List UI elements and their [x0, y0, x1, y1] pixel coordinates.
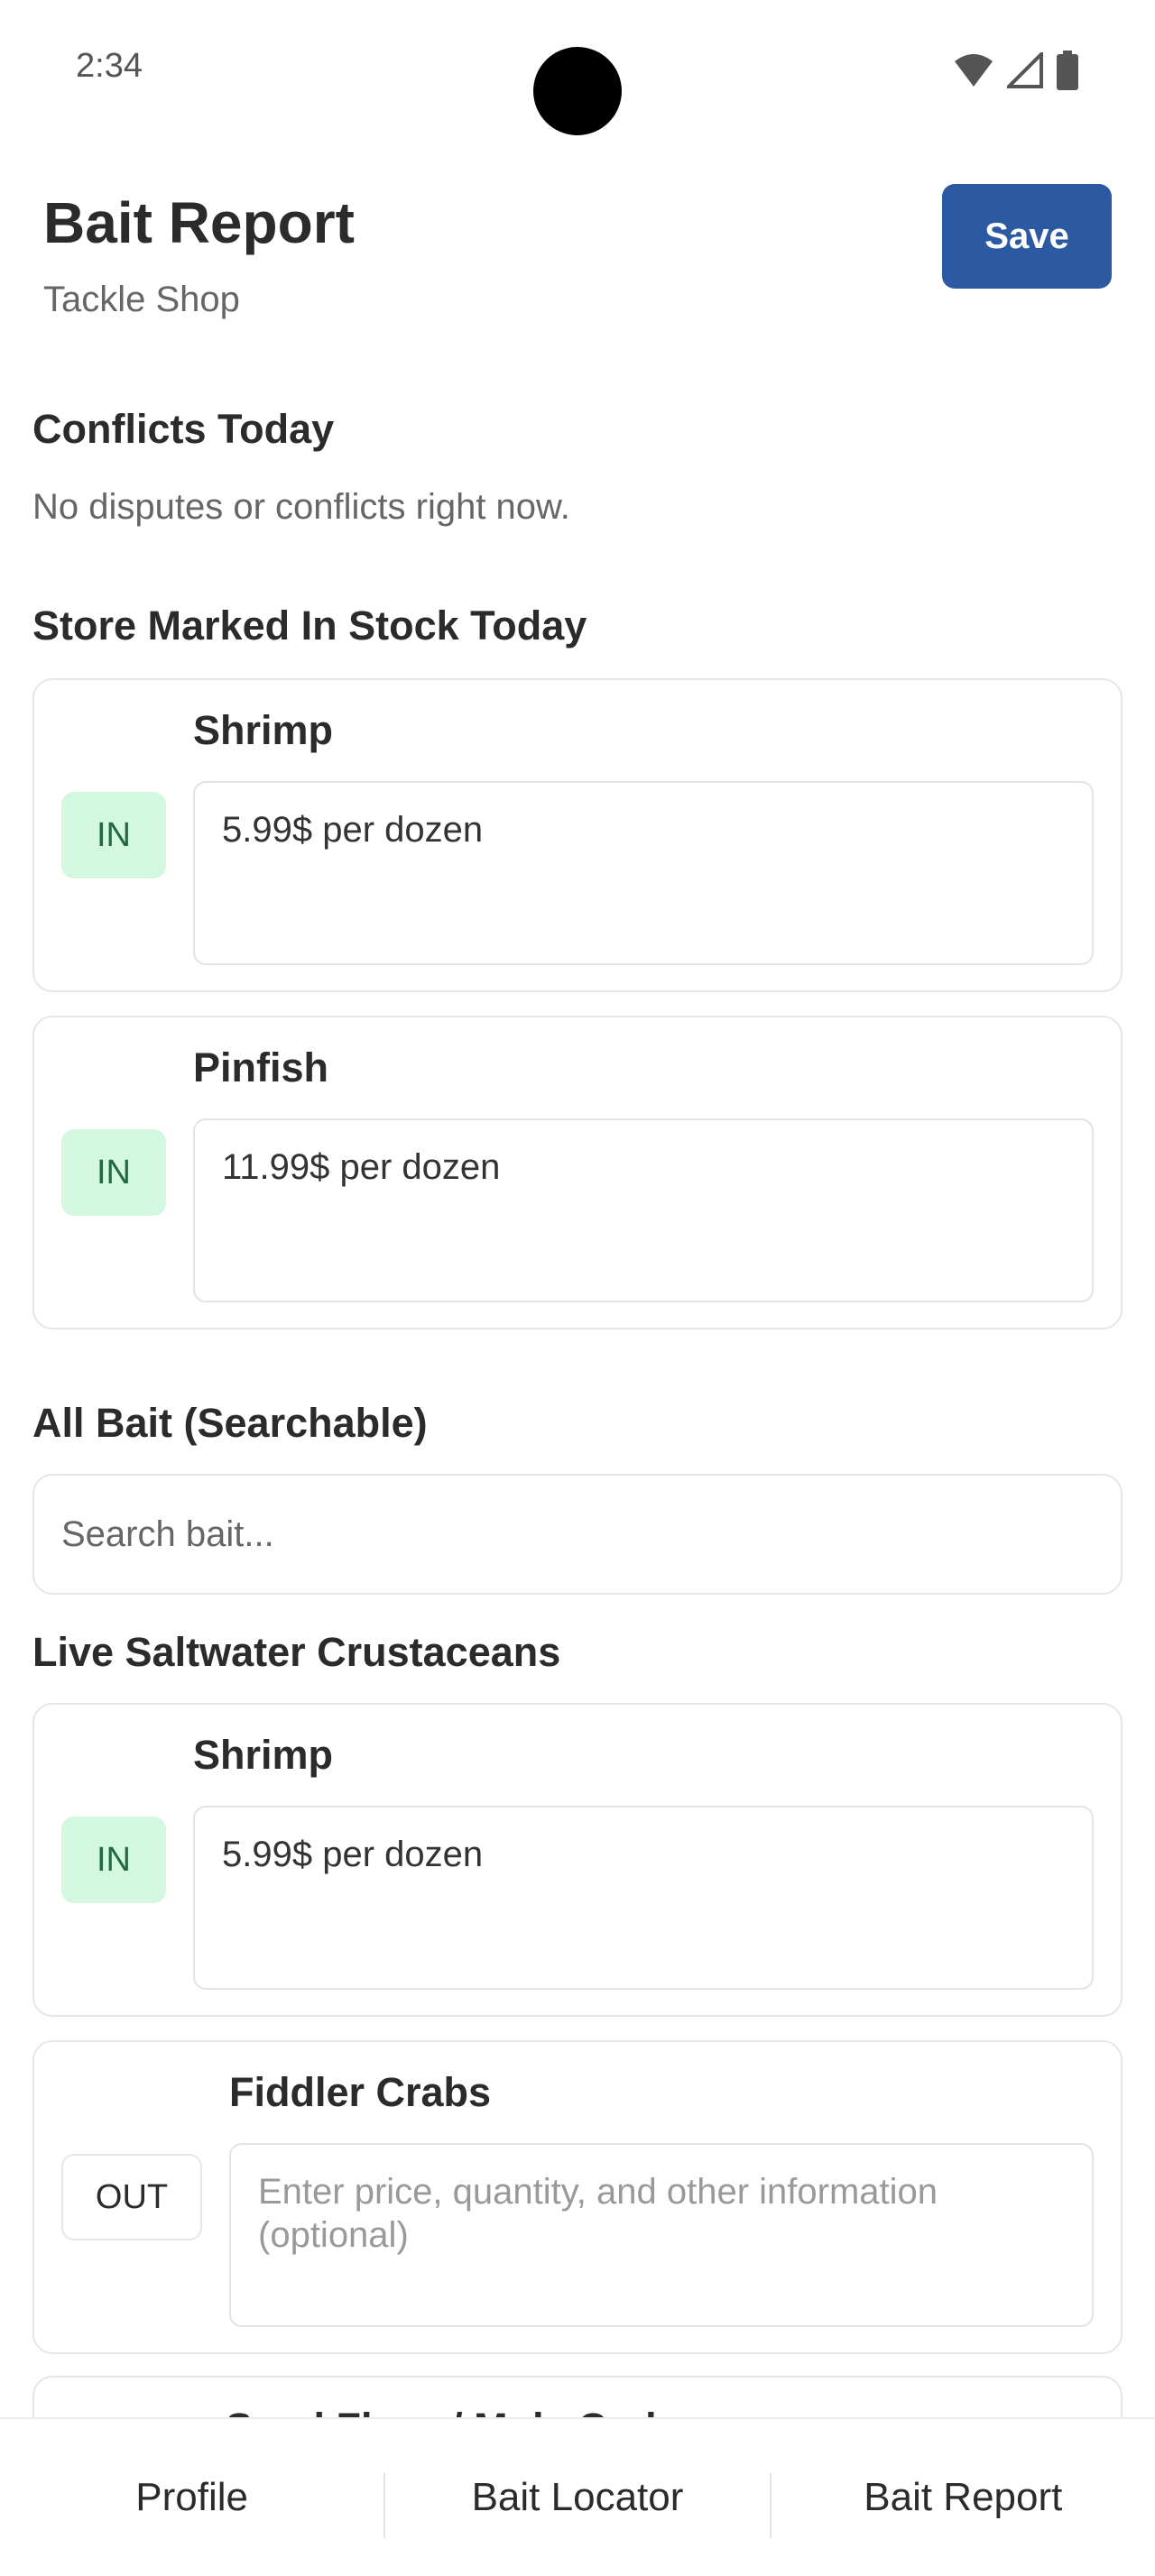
- page-title: Bait Report: [43, 190, 355, 255]
- camera-cutout: [533, 47, 622, 135]
- bait-name: Shrimp: [193, 1732, 334, 1778]
- search-input[interactable]: Search bait...: [32, 1474, 1123, 1595]
- conflicts-message: No disputes or conflicts right now.: [32, 487, 570, 527]
- signal-icon: [1007, 52, 1043, 88]
- nav-profile[interactable]: Profile: [0, 2419, 383, 2576]
- bait-name: Fiddler Crabs: [229, 2069, 492, 2115]
- bottom-nav: Profile Bait Locator Bait Report: [0, 2417, 1155, 2576]
- page-subtitle: Tackle Shop: [43, 280, 240, 319]
- status-time: 2:34: [76, 47, 143, 85]
- stock-status-toggle[interactable]: IN: [61, 1129, 166, 1216]
- bait-info-field[interactable]: 11.99$ per dozen: [193, 1118, 1094, 1302]
- in-stock-title: Store Marked In Stock Today: [32, 603, 587, 649]
- bait-card: OUT Fiddler Crabs Enter price, quantity,…: [32, 2040, 1123, 2354]
- bait-card: IN Pinfish 11.99$ per dozen: [32, 1016, 1123, 1329]
- bait-name: Shrimp: [193, 707, 334, 753]
- bait-info-field[interactable]: Enter price, quantity, and other informa…: [229, 2143, 1094, 2327]
- bait-info-field[interactable]: 5.99$ per dozen: [193, 781, 1094, 965]
- nav-bait-report[interactable]: Bait Report: [772, 2419, 1155, 2576]
- save-button[interactable]: Save: [942, 184, 1112, 289]
- conflicts-title: Conflicts Today: [32, 406, 335, 452]
- page-header: Bait Report Tackle Shop Save: [0, 171, 1155, 343]
- stock-status-toggle[interactable]: OUT: [61, 2154, 202, 2240]
- nav-bait-locator[interactable]: Bait Locator: [385, 2419, 769, 2576]
- bait-card: IN Shrimp 5.99$ per dozen: [32, 1703, 1123, 2017]
- all-bait-title: All Bait (Searchable): [32, 1400, 428, 1446]
- bait-info-field[interactable]: 5.99$ per dozen: [193, 1806, 1094, 1990]
- battery-icon: [1057, 51, 1078, 90]
- status-icons: [953, 51, 1079, 90]
- category-title: Live Saltwater Crustaceans: [32, 1629, 561, 1675]
- bait-name: Pinfish: [193, 1044, 329, 1090]
- stock-status-toggle[interactable]: IN: [61, 792, 166, 879]
- stock-status-toggle[interactable]: IN: [61, 1817, 166, 1903]
- status-bar: 2:34: [0, 0, 1155, 135]
- wifi-icon: [955, 54, 993, 87]
- bait-card: IN Shrimp 5.99$ per dozen: [32, 678, 1123, 992]
